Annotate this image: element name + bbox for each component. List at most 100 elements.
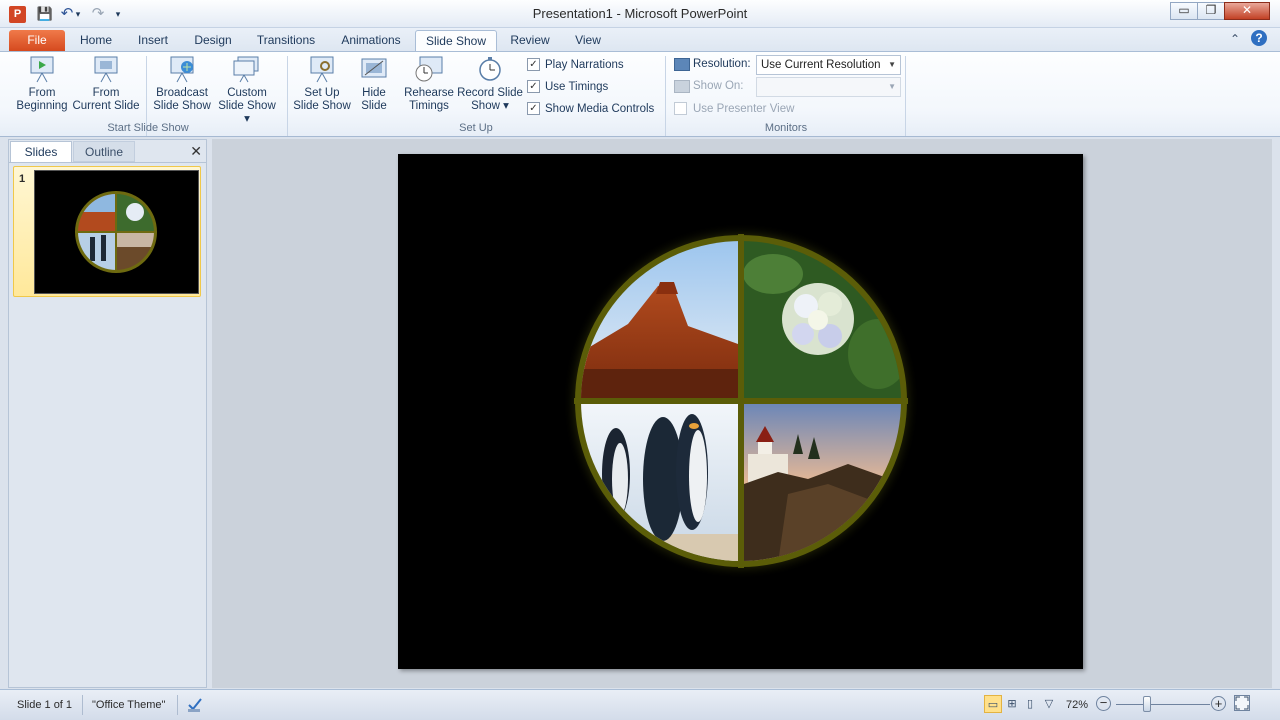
broadcast-label-1: Broadcast — [156, 87, 208, 99]
checkbox-checked[interactable]: ✓ — [527, 102, 540, 115]
window-title: Presentation1 - Microsoft PowerPoint — [532, 6, 748, 21]
normal-view-icon[interactable]: ▭ — [984, 695, 1002, 713]
ribbon: From Beginning From Current Slide Broadc… — [0, 51, 1280, 137]
zoom-level[interactable]: 72% — [1066, 699, 1088, 711]
zoom-out-button[interactable]: − — [1096, 696, 1111, 711]
tab-transitions[interactable]: Transitions — [250, 30, 322, 52]
zoom-in-button[interactable]: + — [1211, 696, 1226, 711]
slide-thumbnail[interactable] — [34, 170, 199, 294]
record-label-2: Show ▾ — [471, 100, 509, 112]
divider — [9, 162, 206, 163]
chevron-down-icon: ▼ — [888, 60, 896, 69]
set-up-slide-show-button[interactable]: Set Up Slide Show — [292, 55, 352, 113]
show-on-monitor-icon — [674, 80, 690, 93]
slides-pane: Slides Outline ✕ 1 — [8, 139, 207, 688]
tab-view[interactable]: View — [566, 30, 610, 52]
separator — [665, 56, 666, 136]
slide-editing-area — [212, 139, 1272, 688]
checkbox-checked[interactable]: ✓ — [527, 80, 540, 93]
slide-show-view-icon[interactable]: ▽ — [1040, 695, 1058, 713]
slide-canvas[interactable] — [398, 154, 1083, 669]
resolution-label: Resolution: — [693, 58, 751, 70]
group-label-set-up: Set Up — [459, 122, 493, 134]
theme-name[interactable]: "Office Theme" — [92, 699, 165, 711]
checkbox-disabled — [674, 102, 687, 115]
divider — [177, 695, 178, 715]
custom-slide-show-button[interactable]: Custom Slide Show ▾ — [214, 55, 280, 126]
hide-slide-icon — [359, 55, 389, 83]
checkbox-checked[interactable]: ✓ — [527, 58, 540, 71]
monitor-icon — [674, 58, 690, 71]
show-on-label: Show On: — [693, 80, 744, 92]
use-presenter-view-checkbox: Use Presenter View — [674, 102, 794, 115]
use-timings-checkbox[interactable]: ✓ Use Timings — [527, 80, 608, 93]
fit-to-window-icon[interactable] — [1234, 695, 1250, 711]
tab-review[interactable]: Review — [505, 30, 555, 52]
from-beginning-button[interactable]: From Beginning — [12, 55, 72, 113]
from-current-slide-button[interactable]: From Current Slide — [72, 55, 140, 113]
thumbnail-collage-image — [75, 191, 157, 273]
custom-label-1: Custom — [227, 87, 267, 99]
slide-thumbnail-selected[interactable]: 1 — [13, 166, 201, 297]
custom-show-icon — [232, 55, 262, 83]
chevron-down-icon: ▼ — [888, 82, 896, 91]
show-on-dropdown: ▼ — [756, 77, 901, 97]
rehearse-label-1: Rehearse — [404, 87, 454, 99]
presenter-view-label: Use Presenter View — [693, 102, 795, 115]
hide-label-2: Slide — [361, 100, 387, 112]
restore-button[interactable]: ❐ — [1197, 2, 1225, 20]
photo-collage-circle[interactable] — [398, 154, 1083, 669]
record-label-1: Record Slide — [457, 87, 523, 99]
use-timings-label: Use Timings — [545, 80, 609, 93]
resolution-dropdown[interactable]: Use Current Resolution ▼ — [756, 55, 901, 75]
title-bar: P 💾 ↶ ▾ ↷ ▾ Presentation1 - Microsoft Po… — [0, 0, 1280, 28]
close-button[interactable]: ✕ — [1224, 2, 1270, 20]
zoom-slider-track[interactable] — [1116, 704, 1210, 705]
from-beginning-label-1: From — [28, 87, 56, 99]
tab-file[interactable]: File — [9, 30, 65, 52]
from-current-label-1: From — [92, 87, 120, 99]
status-bar: Slide 1 of 1 "Office Theme" ▭ ⊞ ▯ ▽ 72% … — [0, 689, 1280, 720]
reading-view-icon[interactable]: ▯ — [1021, 695, 1039, 713]
setup-label-1: Set Up — [304, 87, 340, 99]
from-beginning-label-2: Beginning — [16, 100, 68, 112]
play-narrations-checkbox[interactable]: ✓ Play Narrations — [527, 58, 624, 71]
tab-slides[interactable]: Slides — [10, 141, 72, 162]
separator — [905, 56, 906, 136]
slide-sorter-icon[interactable]: ⊞ — [1003, 695, 1021, 713]
group-label-monitors: Monitors — [764, 122, 808, 134]
play-narrations-label: Play Narrations — [545, 58, 624, 71]
hide-slide-button[interactable]: Hide Slide — [354, 55, 394, 113]
rehearse-icon — [414, 55, 444, 83]
setup-icon — [307, 55, 337, 83]
slide-count-text: Slide 1 of 1 — [17, 699, 73, 711]
tab-insert[interactable]: Insert — [130, 30, 176, 52]
minimize-ribbon-icon[interactable]: ⌃ — [1230, 32, 1240, 46]
tab-animations[interactable]: Animations — [334, 30, 408, 52]
tab-outline[interactable]: Outline — [73, 141, 135, 162]
zoom-slider-thumb[interactable] — [1143, 696, 1151, 712]
from-current-label-2: Current Slide — [72, 100, 140, 112]
record-slide-show-button[interactable]: Record Slide Show ▾ — [456, 55, 524, 113]
hide-label-1: Hide — [362, 87, 386, 99]
broadcast-icon — [167, 55, 197, 83]
separator — [287, 56, 288, 136]
projector-play-icon — [27, 55, 57, 83]
group-label-start-slide-show: Start Slide Show — [107, 122, 189, 134]
minimize-button[interactable]: ▭ — [1170, 2, 1198, 20]
resolution-value: Use Current Resolution — [761, 59, 881, 71]
broadcast-label-2: Slide Show — [153, 100, 211, 112]
rehearse-label-2: Timings — [409, 100, 449, 112]
projector-icon — [91, 55, 121, 83]
help-icon[interactable]: ? — [1251, 30, 1267, 46]
rehearse-timings-button[interactable]: Rehearse Timings — [402, 55, 456, 113]
show-media-controls-checkbox[interactable]: ✓ Show Media Controls — [527, 102, 654, 115]
tab-home[interactable]: Home — [74, 30, 118, 52]
broadcast-slide-show-button[interactable]: Broadcast Slide Show — [152, 55, 212, 113]
show-media-controls-label: Show Media Controls — [545, 102, 655, 115]
tab-design[interactable]: Design — [188, 30, 238, 52]
divider — [82, 695, 83, 715]
spelling-check-icon[interactable] — [186, 696, 204, 714]
close-pane-icon[interactable]: ✕ — [190, 143, 202, 160]
ribbon-tabs: File Home Insert Design Transitions Anim… — [0, 28, 1280, 54]
